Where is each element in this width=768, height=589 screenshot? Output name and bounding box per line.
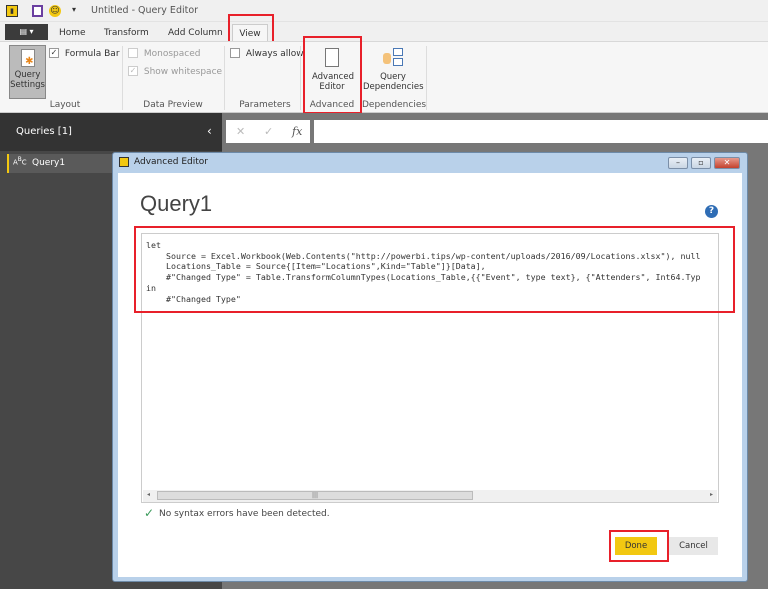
tab-home[interactable]: Home: [59, 24, 86, 42]
window-title: Untitled - Query Editor: [91, 5, 199, 16]
query-dependencies-button[interactable]: Query Dependencies: [362, 46, 424, 98]
app-logo-icon: ▮: [6, 5, 18, 17]
monospaced-checkbox[interactable]: Monospaced: [128, 48, 200, 59]
group-label-data-preview: Data Preview: [143, 100, 203, 110]
save-icon[interactable]: [32, 5, 43, 17]
customize-toolbar-icon[interactable]: ▾: [72, 5, 76, 14]
query-heading: Query1: [140, 191, 213, 216]
query-settings-icon: ✱: [20, 49, 35, 67]
formula-bar: ✕ ✓ fx: [222, 113, 768, 151]
checkbox[interactable]: ✓: [49, 48, 59, 58]
tab-transform[interactable]: Transform: [104, 24, 149, 42]
group-label-layout: Layout: [49, 100, 81, 110]
scrollbar-thumb[interactable]: |||: [157, 491, 473, 500]
file-menu-button[interactable]: ▤ ▾: [5, 24, 48, 40]
minimize-button[interactable]: –: [668, 157, 688, 169]
close-button[interactable]: ✕: [714, 157, 740, 169]
dialog-logo-icon: [119, 157, 129, 167]
formula-bar-checkbox[interactable]: ✓ Formula Bar: [49, 48, 120, 59]
always-allow-checkbox[interactable]: Always allow: [230, 48, 304, 59]
advanced-editor-icon: [325, 48, 339, 67]
horizontal-scrollbar[interactable]: ◂ ||| ▸: [143, 490, 717, 502]
title-bar: ▮ ☺ ▾ Untitled - Query Editor: [0, 0, 768, 22]
code-text[interactable]: let Source = Excel.Workbook(Web.Contents…: [146, 240, 716, 480]
help-icon[interactable]: ?: [705, 205, 718, 218]
dialog-title: Advanced Editor: [134, 157, 208, 167]
status-ok-icon: ✓: [144, 506, 155, 520]
group-label-dependencies: Dependencies: [362, 100, 427, 110]
maximize-button[interactable]: ▫: [691, 157, 711, 169]
advanced-editor-button[interactable]: Advanced Editor: [306, 46, 358, 98]
ribbon-tabs: ▤ ▾ Home Transform Add Column View: [0, 22, 768, 42]
code-editor[interactable]: let Source = Excel.Workbook(Web.Contents…: [141, 233, 719, 503]
ribbon: ✱ Query Settings ✓ Formula Bar Layout Mo…: [0, 41, 768, 113]
collapse-pane-icon[interactable]: ‹: [207, 124, 212, 138]
queries-header: Queries [1] ‹: [0, 113, 222, 151]
group-label-advanced: Advanced: [309, 100, 355, 110]
query-dependencies-icon: [383, 48, 403, 67]
cancel-formula-icon[interactable]: ✕: [236, 120, 245, 143]
cancel-button[interactable]: Cancel: [669, 537, 718, 555]
commit-formula-icon[interactable]: ✓: [264, 120, 273, 143]
syntax-status: No syntax errors have been detected.: [159, 509, 330, 519]
tab-view[interactable]: View: [232, 24, 268, 42]
query-list-item[interactable]: ABC Query1: [7, 154, 112, 173]
smiley-icon[interactable]: ☺: [49, 5, 61, 17]
dialog-body: Query1 ? let Source = Excel.Workbook(Web…: [118, 173, 742, 577]
group-label-parameters: Parameters: [239, 100, 291, 110]
advanced-editor-dialog: Advanced Editor – ▫ ✕ Query1 ? let Sourc…: [112, 152, 748, 582]
show-whitespace-checkbox[interactable]: ✓ Show whitespace: [128, 66, 222, 77]
tab-add-column[interactable]: Add Column: [168, 24, 223, 42]
formula-input[interactable]: [314, 120, 768, 143]
done-button[interactable]: Done: [615, 537, 657, 555]
fx-icon[interactable]: fx: [292, 120, 302, 143]
query-settings-button[interactable]: ✱ Query Settings: [9, 45, 46, 99]
text-type-icon: ABC: [13, 157, 27, 167]
